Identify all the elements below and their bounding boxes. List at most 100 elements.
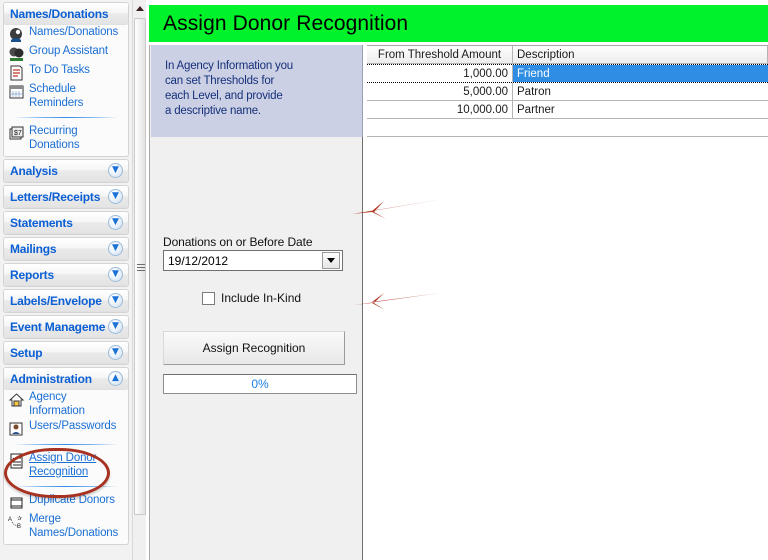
sidebar-item-label: Names/Donations [29,26,119,38]
sidebar-item-label: Group Assistant [29,45,108,57]
sidebar-item-label: Agency Information [29,391,85,417]
nav-group-letters-receipts: Letters/Receipts ▼ [3,185,129,209]
date-field-label: Donations on or Before Date [163,235,313,249]
chevron-down-icon[interactable]: ▼ [108,293,123,308]
left-form-pane: In Agency Information you can set Thresh… [149,45,363,560]
cell-description: Patron [517,85,551,98]
cell-amount: 5,000.00 [367,83,513,100]
sidebar-item-group-assistant[interactable]: Group Assistant [4,44,128,63]
donations-before-date-combobox[interactable]: 19/12/2012 [163,250,343,271]
table-row[interactable]: 1,000.00 Friend [367,64,768,83]
column-header-from-threshold-amount[interactable]: From Threshold Amount [367,46,513,63]
nav-group-title: Names/Donations [10,6,109,21]
checklist-document-icon [8,453,25,469]
chevron-down-icon[interactable]: ▼ [108,267,123,282]
checkbox-label: Include In-Kind [221,291,302,305]
sidebar-item-agency-information[interactable]: Agency Information [4,390,128,419]
chevron-down-icon[interactable]: ▼ [108,241,123,256]
scroll-up-button[interactable] [133,0,146,17]
date-value: 19/12/2012 [168,253,229,268]
page-title: Assign Donor Recognition [163,11,409,35]
sidebar-item-label: Users/Passwords [29,420,117,432]
cell-description: Friend [513,65,768,82]
nav-group-header-administration[interactable]: Administration ▲ [4,368,128,390]
table-header-row: From Threshold Amount Description [367,46,768,64]
nav-group-header-analysis[interactable]: Analysis ▼ [4,160,128,182]
table-empty-row [367,119,768,137]
table-row[interactable]: 10,000.00 Partner [367,101,768,119]
chevron-up-icon[interactable]: ▲ [108,371,123,386]
nav-group-title: Analysis [10,163,58,178]
progress-percent-label: 0% [251,377,269,391]
nav-group-statements: Statements ▼ [3,211,129,235]
chevron-down-icon[interactable]: ▼ [108,319,123,334]
sidebar-divider [14,117,118,118]
sidebar-item-merge-names-donations[interactable]: A ✰ B Merge Names/Donations [4,512,128,541]
svg-text:B: B [17,524,21,530]
sidebar-item-label: To Do Tasks [29,64,90,76]
nav-group-labels-envelope: Labels/Envelope ▼ [3,289,129,313]
nav-group-header-event-management[interactable]: Event Manageme ▼ [4,316,128,338]
progress-bar: 0% [163,374,357,394]
chevron-down-icon[interactable]: ▼ [108,163,123,178]
thresholds-table: From Threshold Amount Description 1,000.… [367,45,768,560]
nav-group-administration: Administration ▲ Agency Information User… [3,367,129,545]
navigation-sidebar: Names/Donations Names/Donations Group As… [0,0,132,560]
sidebar-item-label: Schedule Reminders [29,83,84,109]
chevron-down-icon[interactable]: ▼ [108,345,123,360]
nav-group-header-reports[interactable]: Reports ▼ [4,264,128,286]
sidebar-item-label: Recurring Donations [29,125,80,151]
sidebar-item-label: Duplicate Donors [29,494,115,506]
nav-group-names-donations: Names/Donations Names/Donations Group As… [3,2,129,157]
nav-group-title: Letters/Receipts [10,189,101,204]
nav-group-header-setup[interactable]: Setup ▼ [4,342,128,364]
page-title-bar: Assign Donor Recognition [149,5,768,42]
assign-recognition-button[interactable]: Assign Recognition [163,331,345,365]
nav-group-title: Reports [10,267,54,282]
sidebar-item-label: Assign Donor Recognition [29,452,97,478]
recurring-money-icon: $7 [8,126,25,142]
info-panel-text: In Agency Information you can set Thresh… [165,60,293,117]
nav-group-analysis: Analysis ▼ [3,159,129,183]
chevron-down-icon[interactable] [322,252,340,269]
sidebar-item-names-donations[interactable]: Names/Donations [4,25,128,44]
sidebar-item-users-passwords[interactable]: Users/Passwords [4,419,128,438]
nav-group-title: Labels/Envelope [10,293,102,308]
sidebar-item-duplicate-donors[interactable]: Duplicate Donors [4,493,128,512]
merge-icon: A ✰ B [8,514,25,530]
nav-group-header-letters-receipts[interactable]: Letters/Receipts ▼ [4,186,128,208]
chevron-down-icon[interactable]: ▼ [108,189,123,204]
duplicate-icon [8,495,25,511]
nav-group-title: Statements [10,215,73,230]
nav-group-header-names-donations[interactable]: Names/Donations [4,3,128,25]
scrollbar-thumb[interactable] [134,18,146,515]
nav-group-title: Mailings [10,241,57,256]
chevron-down-icon[interactable]: ▼ [108,215,123,230]
info-panel: In Agency Information you can set Thresh… [151,45,363,137]
nav-group-header-statements[interactable]: Statements ▼ [4,212,128,234]
main-content: Assign Donor Recognition In Agency Infor… [147,0,768,560]
nav-group-header-mailings[interactable]: Mailings ▼ [4,238,128,260]
sidebar-item-label: Merge Names/Donations [29,513,119,539]
svg-text:✰: ✰ [17,515,22,522]
sidebar-item-assign-donor-recognition[interactable]: Assign Donor Recognition [4,451,128,480]
include-in-kind-checkbox[interactable]: Include In-Kind [202,291,301,305]
user-badge-icon [8,421,25,437]
svg-text:A: A [8,517,12,523]
table-row[interactable]: 5,000.00 Patron [367,83,768,101]
group-people-icon [8,46,25,62]
cell-amount: 1,000.00 [367,65,513,82]
sidebar-item-recurring-donations[interactable]: $7 Recurring Donations [4,124,128,153]
nav-group-setup: Setup ▼ [3,341,129,365]
sidebar-item-to-do-tasks[interactable]: To Do Tasks [4,63,128,82]
nav-group-event-management: Event Manageme ▼ [3,315,129,339]
column-header-description[interactable]: Description [513,46,768,63]
house-icon [8,392,25,408]
sidebar-item-schedule-reminders[interactable]: Schedule Reminders [4,82,128,111]
task-list-icon [8,65,25,81]
cell-description: Partner [517,103,555,116]
application-window: Names/Donations Names/Donations Group As… [0,0,768,560]
nav-group-header-labels-envelope[interactable]: Labels/Envelope ▼ [4,290,128,312]
checkbox-box[interactable] [202,291,215,305]
sidebar-scrollbar[interactable] [132,0,146,560]
